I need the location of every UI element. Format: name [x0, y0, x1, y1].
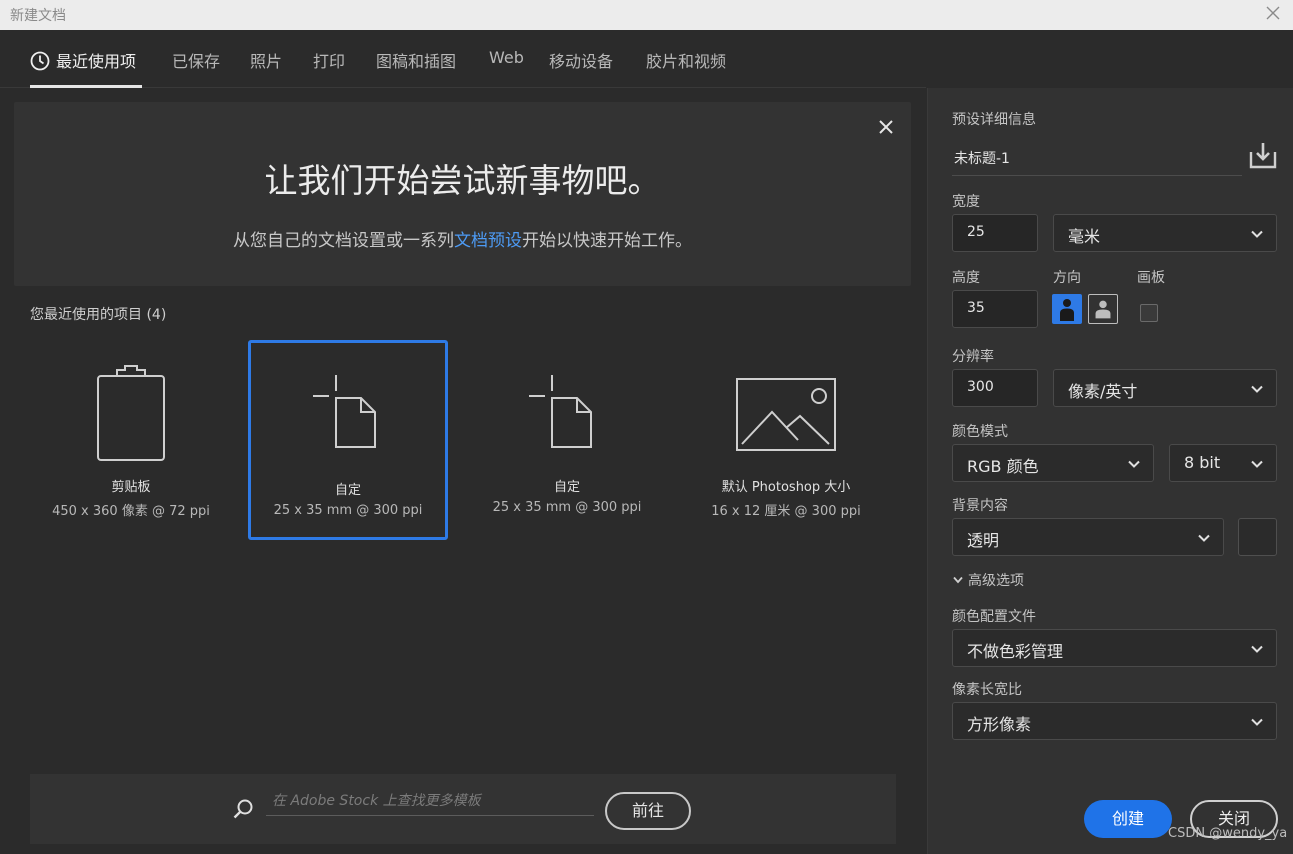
background-value: 透明 — [967, 531, 1000, 550]
recent-item-name: 剪贴板 — [111, 480, 151, 495]
category-tabs: 最近使用项 已保存 照片 打印 图稿和插图 Web 移动设备 胶片和视频 — [0, 30, 926, 88]
recent-item-info: 25 x 35 mm @ 300 ppi — [492, 500, 642, 515]
color-mode-value: RGB 颜色 — [967, 457, 1039, 476]
main-panel: 让我们开始尝试新事物吧。 从您自己的文档设置或一系列文档预设开始以快速开始工作。… — [0, 88, 926, 854]
tab-art-illustration[interactable]: 图稿和插图 — [376, 48, 456, 72]
recent-item-info: 450 x 360 像素 @ 72 ppi — [52, 504, 210, 519]
recent-item-info: 25 x 35 mm @ 300 ppi — [273, 503, 423, 518]
height-label: 高度 — [952, 270, 980, 286]
tab-recent[interactable]: 最近使用项 — [30, 48, 136, 72]
clipboard-icon — [97, 365, 165, 461]
stock-search-bar: 前往 — [30, 774, 896, 844]
chevron-down-icon — [953, 576, 963, 584]
window-title: 新建文档 — [10, 8, 66, 24]
pixel-aspect-dropdown[interactable]: 方形像素 — [952, 702, 1277, 740]
resolution-input[interactable]: 300 — [952, 369, 1038, 407]
color-profile-dropdown[interactable]: 不做色彩管理 — [952, 629, 1277, 667]
search-icon — [233, 799, 253, 819]
chevron-down-icon — [1128, 460, 1140, 468]
preset-details-label: 预设详细信息 — [952, 112, 1036, 128]
image-icon — [736, 378, 836, 451]
color-mode-dropdown[interactable]: RGB 颜色 — [952, 444, 1154, 482]
artboard-checkbox[interactable] — [1140, 304, 1158, 322]
bit-depth-dropdown[interactable]: 8 bit — [1169, 444, 1277, 482]
recent-item-name: 自定 — [334, 483, 361, 498]
tab-print[interactable]: 打印 — [313, 48, 345, 72]
tab-web[interactable]: Web — [489, 48, 524, 67]
banner-subtitle: 从您自己的文档设置或一系列文档预设开始以快速开始工作。 — [14, 226, 911, 251]
recent-item-custom-selected[interactable]: 自定 25 x 35 mm @ 300 ppi — [248, 340, 448, 540]
go-button[interactable]: 前往 — [605, 792, 691, 830]
resolution-label: 分辨率 — [952, 349, 994, 365]
background-label: 背景内容 — [952, 498, 1008, 514]
recent-item-name: 默认 Photoshop 大小 — [721, 480, 851, 495]
tab-saved[interactable]: 已保存 — [172, 48, 220, 72]
tab-photo[interactable]: 照片 — [250, 48, 282, 72]
tab-recent-label: 最近使用项 — [56, 52, 137, 71]
close-banner-icon[interactable] — [877, 118, 895, 136]
width-label: 宽度 — [952, 194, 980, 210]
width-unit-dropdown[interactable]: 毫米 — [1053, 214, 1277, 252]
chevron-down-icon — [1251, 385, 1263, 393]
create-button[interactable]: 创建 — [1084, 800, 1172, 838]
close-window-icon[interactable] — [1263, 3, 1283, 23]
preset-details-panel: 预设详细信息 未标题-1 宽度 25 毫米 高度 方向 画板 35 分辨率 30… — [927, 88, 1293, 854]
clock-icon — [30, 51, 50, 71]
resolution-unit-dropdown[interactable]: 像素/英寸 — [1053, 369, 1277, 407]
banner-sub-before: 从您自己的文档设置或一系列 — [233, 231, 454, 251]
banner-sub-after: 开始以快速开始工作。 — [522, 231, 692, 251]
recent-item-name: 自定 — [553, 480, 580, 495]
artboard-label: 画板 — [1137, 270, 1165, 286]
orientation-label: 方向 — [1053, 270, 1081, 286]
recent-item-custom[interactable]: 自定 25 x 35 mm @ 300 ppi — [467, 340, 667, 540]
chevron-down-icon — [1198, 534, 1210, 542]
advanced-options-label: 高级选项 — [968, 573, 1024, 589]
pixel-aspect-value: 方形像素 — [967, 715, 1032, 734]
width-input[interactable]: 25 — [952, 214, 1038, 252]
title-bar: 新建文档 — [0, 0, 1293, 30]
recent-item-info: 16 x 12 厘米 @ 300 ppi — [711, 504, 861, 519]
color-profile-value: 不做色彩管理 — [967, 642, 1064, 661]
recent-item-clipboard[interactable]: 剪贴板 450 x 360 像素 @ 72 ppi — [31, 340, 231, 540]
background-color-swatch[interactable] — [1238, 518, 1277, 556]
portrait-icon — [1060, 299, 1074, 321]
chevron-down-icon — [1251, 230, 1263, 238]
chevron-down-icon — [1251, 645, 1263, 653]
recent-item-default-photoshop[interactable]: 默认 Photoshop 大小 16 x 12 厘米 @ 300 ppi — [686, 340, 886, 540]
welcome-banner: 让我们开始尝试新事物吧。 从您自己的文档设置或一系列文档预设开始以快速开始工作。 — [14, 102, 911, 286]
tab-mobile[interactable]: 移动设备 — [549, 48, 613, 72]
color-profile-label: 颜色配置文件 — [952, 609, 1036, 625]
tab-film-video[interactable]: 胶片和视频 — [646, 48, 726, 72]
landscape-orientation-button[interactable] — [1088, 294, 1118, 324]
bit-depth-value: 8 bit — [1184, 453, 1221, 472]
new-document-icon — [529, 375, 592, 448]
document-presets-link[interactable]: 文档预设 — [454, 231, 522, 251]
landscape-icon — [1095, 300, 1111, 319]
document-name-field[interactable]: 未标题-1 — [952, 138, 1242, 176]
pixel-aspect-label: 像素长宽比 — [952, 682, 1022, 698]
background-dropdown[interactable]: 透明 — [952, 518, 1224, 556]
color-mode-label: 颜色模式 — [952, 424, 1008, 440]
chevron-down-icon — [1251, 460, 1263, 468]
recent-items-title: 您最近使用的项目 (4) — [30, 307, 167, 323]
chevron-down-icon — [1251, 718, 1263, 726]
width-unit-value: 毫米 — [1068, 227, 1101, 246]
save-preset-icon[interactable] — [1248, 140, 1278, 170]
new-document-icon — [313, 375, 376, 448]
watermark: CSDN @wendy_ya — [1168, 826, 1288, 841]
portrait-orientation-button[interactable] — [1052, 294, 1082, 324]
advanced-options-toggle[interactable]: 高级选项 — [952, 570, 1024, 590]
stock-search-input[interactable] — [266, 786, 594, 816]
height-input[interactable]: 35 — [952, 290, 1038, 328]
banner-headline: 让我们开始尝试新事物吧。 — [264, 161, 661, 200]
resolution-unit-value: 像素/英寸 — [1068, 382, 1138, 401]
